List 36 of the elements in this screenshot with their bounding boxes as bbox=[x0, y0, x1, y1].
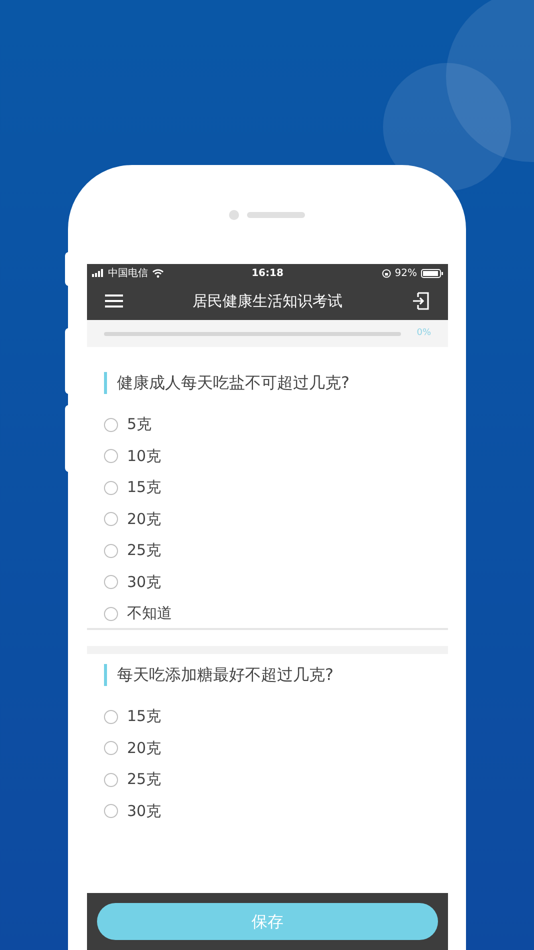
option-label[interactable]: 15克 bbox=[127, 705, 162, 728]
option-label[interactable]: 25克 bbox=[127, 539, 162, 562]
wifi-icon bbox=[152, 268, 164, 278]
radio-button[interactable] bbox=[104, 512, 118, 526]
rotation-lock-icon bbox=[382, 268, 391, 278]
signal-icon bbox=[92, 269, 106, 277]
radio-button[interactable] bbox=[104, 772, 118, 786]
option-label[interactable]: 10克 bbox=[127, 444, 162, 468]
option-label[interactable]: 30克 bbox=[127, 800, 162, 822]
radio-button[interactable] bbox=[104, 606, 118, 620]
radio-button[interactable] bbox=[104, 575, 118, 589]
radio-button[interactable] bbox=[104, 804, 118, 818]
question-text: 健康成人每天吃盐不可超过几克? bbox=[104, 372, 431, 394]
option-label[interactable]: 不知道 bbox=[127, 602, 172, 625]
menu-icon[interactable] bbox=[105, 294, 123, 308]
option-label[interactable]: 20克 bbox=[127, 736, 162, 760]
radio-button[interactable] bbox=[104, 480, 118, 494]
option-label[interactable]: 15克 bbox=[127, 476, 162, 499]
carrier-text: 中国电信 bbox=[108, 266, 148, 280]
exit-icon[interactable] bbox=[412, 292, 430, 310]
radio-button[interactable] bbox=[104, 544, 118, 558]
battery-icon bbox=[421, 268, 443, 278]
status-time: 16:18 bbox=[252, 266, 284, 280]
option-label[interactable]: 20克 bbox=[127, 508, 162, 530]
option-label[interactable]: 5克 bbox=[127, 413, 152, 436]
question-text: 每天吃添加糖最好不超过几克? bbox=[104, 664, 431, 686]
radio-button[interactable] bbox=[104, 418, 118, 432]
option-label[interactable]: 30克 bbox=[127, 570, 162, 594]
nav-title: 居民健康生活知识考试 bbox=[192, 290, 344, 312]
progress-percent: 0% bbox=[416, 326, 431, 340]
radio-button[interactable] bbox=[104, 449, 118, 463]
battery-text: 92% bbox=[394, 266, 417, 280]
speaker-slot bbox=[247, 212, 305, 218]
radio-button[interactable] bbox=[104, 710, 118, 724]
radio-button[interactable] bbox=[104, 741, 118, 755]
option-label[interactable]: 25克 bbox=[127, 768, 162, 791]
